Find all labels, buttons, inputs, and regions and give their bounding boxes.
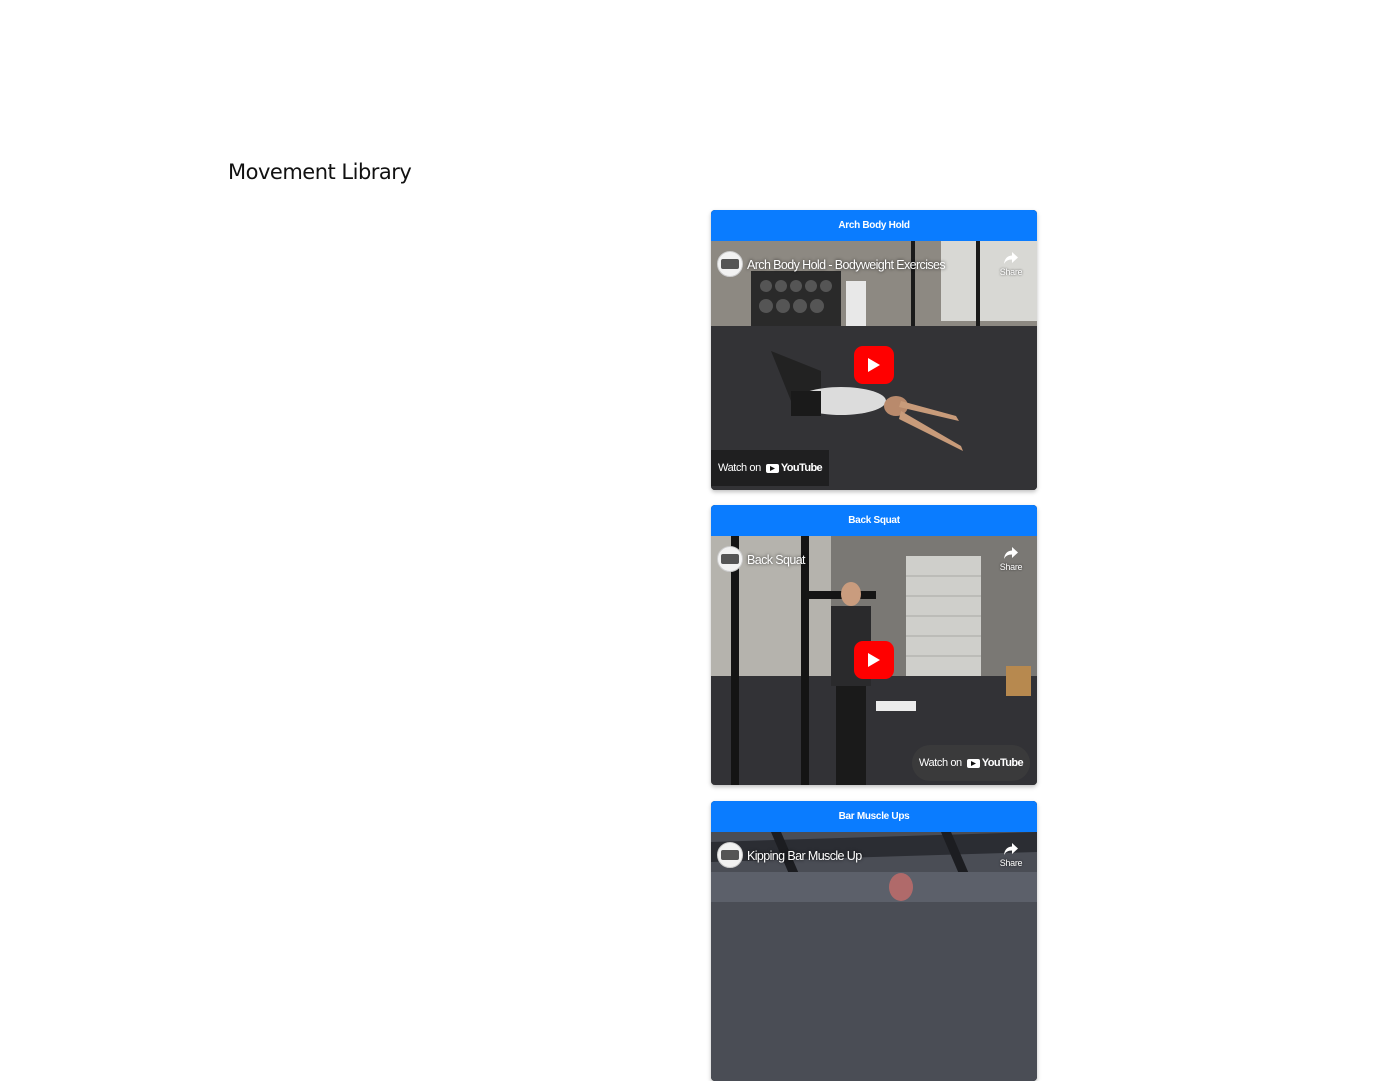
video-card-header: Arch Body Hold (711, 210, 1037, 241)
play-icon (868, 653, 880, 667)
share-label: Share (999, 267, 1023, 277)
watch-on-label: Watch on (918, 757, 962, 769)
video-title[interactable]: Arch Body Hold - Bodyweight Exercises (747, 258, 946, 272)
video-player[interactable]: Back Squat Share Watch on YouTube (711, 536, 1037, 785)
share-label: Share (999, 858, 1023, 868)
video-card-header: Bar Muscle Ups (711, 801, 1037, 832)
play-button[interactable] (854, 346, 894, 384)
youtube-logo-icon: YouTube (765, 462, 823, 474)
channel-avatar[interactable] (717, 546, 743, 572)
play-button[interactable] (854, 641, 894, 679)
share-label: Share (999, 562, 1023, 572)
video-card-bar-muscle-ups: Bar Muscle Ups Kipping Bar Muscle Up Sha… (711, 801, 1037, 1081)
video-title[interactable]: Back Squat (747, 553, 806, 567)
share-button[interactable]: Share (993, 546, 1029, 572)
share-icon (1004, 843, 1018, 855)
share-button[interactable]: Share (993, 842, 1029, 868)
video-card-arch-body-hold: Arch Body Hold Arch Body Hold - Bodyweig… (711, 210, 1037, 490)
video-player[interactable]: Arch Body Hold - Bodyweight Exercises Sh… (711, 241, 1037, 490)
watch-on-label: Watch on (718, 462, 761, 474)
channel-avatar[interactable] (717, 251, 743, 277)
play-icon (868, 358, 880, 372)
video-card-header: Back Squat (711, 505, 1037, 536)
video-player[interactable]: Kipping Bar Muscle Up Share (711, 832, 1037, 1081)
share-icon (1004, 547, 1018, 559)
video-title[interactable]: Kipping Bar Muscle Up (747, 849, 862, 863)
youtube-logo-icon: YouTube (966, 757, 1024, 769)
watch-on-youtube-button[interactable]: Watch on YouTube (711, 450, 830, 486)
video-thumbnail (711, 832, 1037, 1081)
share-icon (1004, 252, 1018, 264)
channel-avatar[interactable] (717, 842, 743, 868)
watch-on-youtube-button[interactable]: Watch on YouTube (911, 745, 1030, 781)
share-button[interactable]: Share (993, 251, 1029, 277)
page-title: Movement Library (228, 160, 412, 184)
video-card-back-squat: Back Squat Back Squat Share Watch on You… (711, 505, 1037, 785)
